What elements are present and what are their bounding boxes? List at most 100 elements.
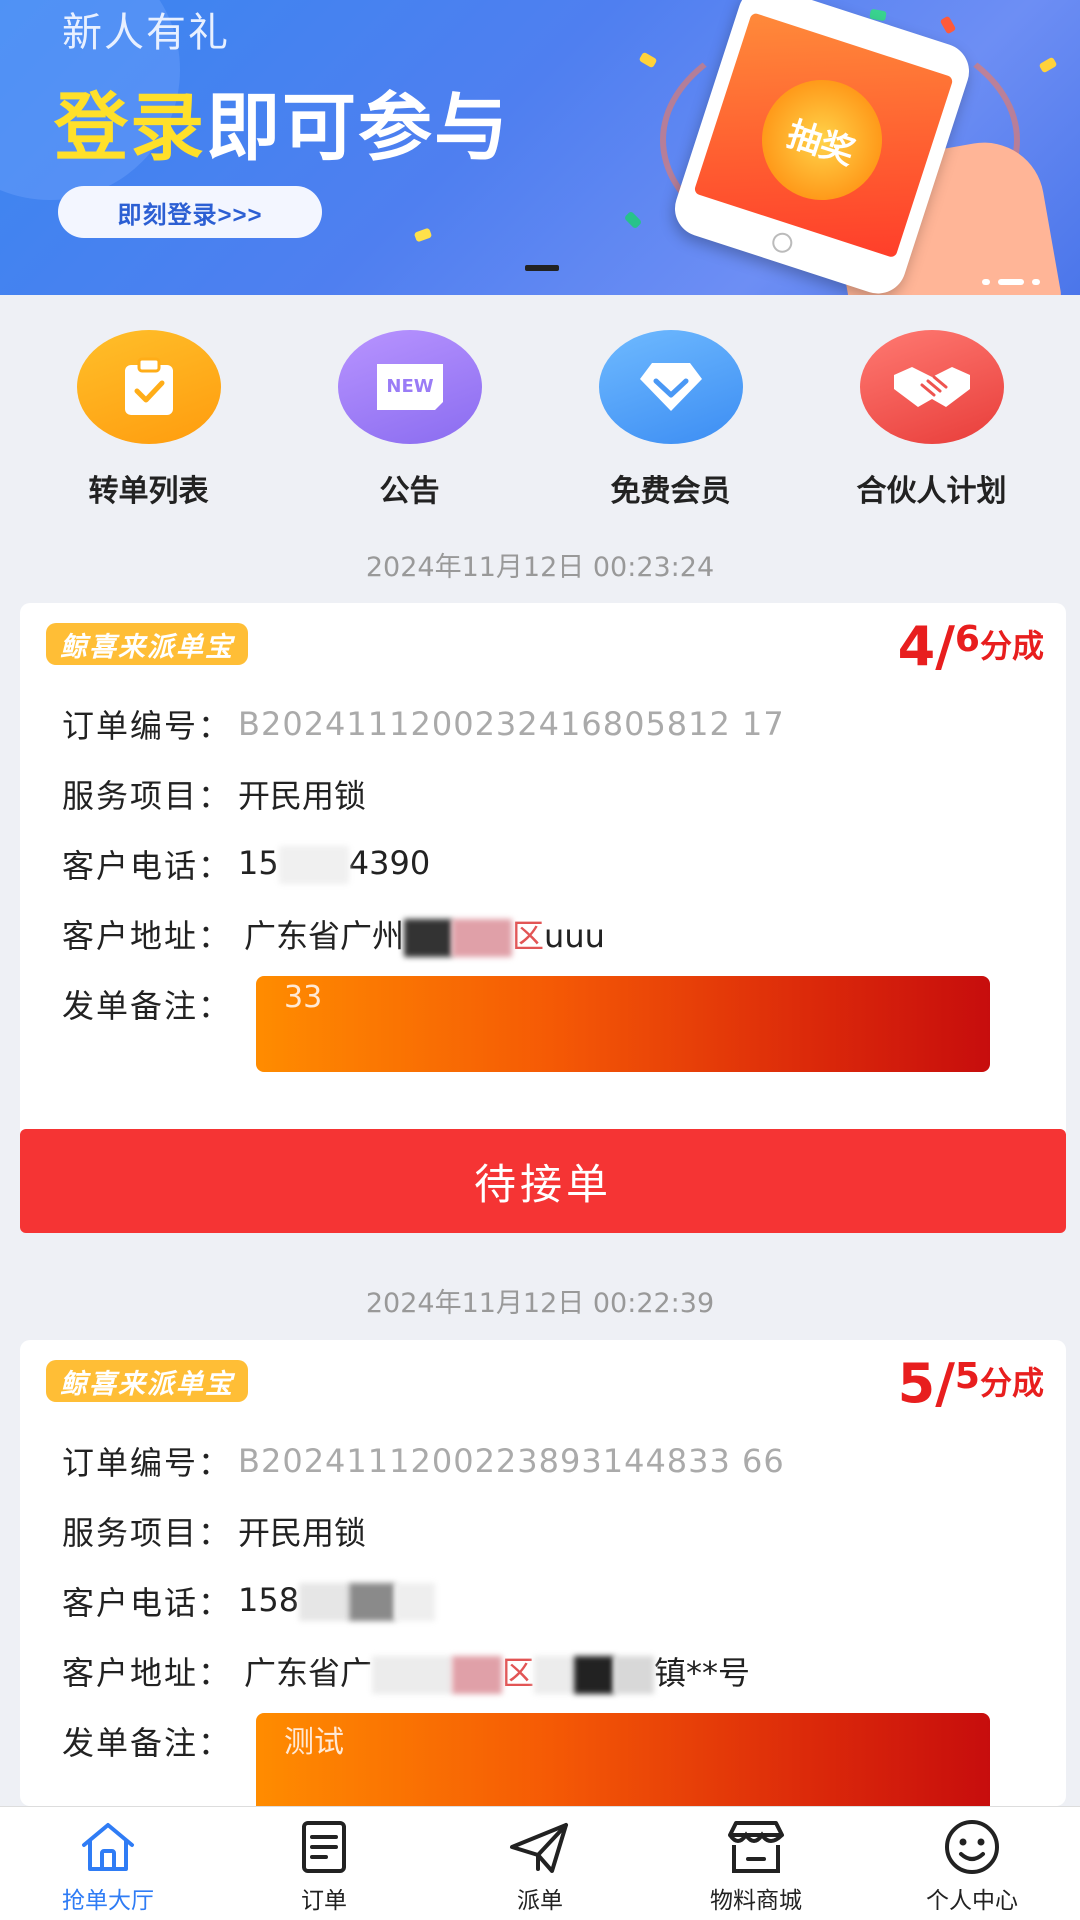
tab-profile[interactable]: 个人中心 [864,1807,1080,1920]
menu-item-transfer-list[interactable]: 转单列表 [49,330,249,510]
order-number: B2024111200232416805812 17 [238,705,785,743]
redaction [395,1583,436,1621]
service-value: 开民用锁 [238,777,367,815]
service-row: 服务项目： 开民用锁 [62,771,366,817]
phone-row: 客户电话： 158 [62,1578,436,1624]
platform-tag: 鲸喜来派单宝 [46,1360,248,1402]
banner-headline: 登录即可参与 [54,68,510,175]
diamond-icon [598,330,743,444]
share-unit: 分成 [979,627,1044,665]
redaction [299,1583,350,1621]
address-value: 广东省广 区 镇**号 [244,1648,750,1694]
phone-end: 4390 [348,844,431,882]
carousel-dot [1032,279,1040,285]
tab-material-store[interactable]: 物料商城 [648,1807,864,1920]
field-label: 客户电话： [62,1584,233,1622]
order-number-row: 订单编号： B2024111200223893144833 66 [62,1438,785,1484]
service-row: 服务项目： 开民用锁 [62,1508,366,1554]
menu-label: 合伙人计划 [856,474,1007,509]
store-icon [724,1817,788,1877]
phone-row: 客户电话： 15 4390 [62,841,430,887]
tab-label: 派单 [517,1888,563,1914]
tab-order-hall[interactable]: 抢单大厅 [0,1807,216,1920]
share-unit: 分成 [979,1364,1044,1402]
field-label: 服务项目： [62,1514,233,1552]
confetti [939,15,957,35]
tab-label: 个人中心 [926,1888,1018,1914]
headline-rest: 即可参与 [206,85,510,171]
tab-label: 抢单大厅 [62,1888,154,1914]
login-now-button[interactable]: 即刻登录>>> [58,186,322,238]
tab-label: 订单 [301,1888,347,1914]
bottom-tab-bar: 抢单大厅 订单 派单 物料商城 个人中心 [0,1806,1080,1920]
address-district: 区 [512,917,545,955]
share-main: 4/ [897,615,955,678]
tab-orders[interactable]: 订单 [216,1807,432,1920]
order-number: B2024111200223893144833 66 [238,1442,785,1480]
phone-home-button [769,230,795,256]
menu-item-free-membership[interactable]: 免费会员 [571,330,771,510]
field-label: 发单备注： [62,987,233,1025]
carousel-dot [982,279,990,285]
address-row: 客户地址： 广东省广州 区uuu [62,911,605,957]
confetti [1038,56,1058,74]
order-timestamp: 2024年11月12日 00:22:39 [365,1288,715,1319]
new-badge-icon: NEW [337,330,482,444]
commission-share: 5/5分成 [898,1352,1044,1415]
field-label: 订单编号： [62,1444,233,1482]
address-row: 客户地址： 广东省广 区 镇**号 [62,1648,750,1694]
confetti [413,227,433,243]
address-tail: 镇**号 [654,1654,751,1692]
paper-plane-icon [508,1817,572,1877]
phone-screen: 抽奖 [693,12,954,259]
remark-box: 33 [256,976,990,1072]
handshake-icon [859,330,1004,444]
field-label: 客户地址： [62,917,233,955]
menu-item-announcement[interactable]: NEW 公告 [310,330,510,510]
menu-label: 转单列表 [88,474,209,509]
share-sup: 6 [954,619,980,660]
address-value: 广东省广州 区uuu [244,911,605,957]
redaction [278,846,349,884]
carousel-dots [982,279,1040,285]
phone-value: 158 [238,1581,436,1621]
lottery-coin: 抽奖 [746,64,898,216]
field-label: 客户电话： [62,847,233,885]
share-sup: 5 [954,1356,980,1397]
confetti [623,210,643,230]
phone-start: 158 [238,1581,300,1619]
address-start: 广东省广 [244,1654,373,1692]
field-label: 发单备注： [62,1724,233,1762]
field-label: 服务项目： [62,777,233,815]
redaction [349,1583,396,1621]
remark-box: 测试 [256,1713,990,1806]
tab-label: 物料商城 [710,1888,802,1914]
pending-accept-button[interactable]: 待接单 [20,1129,1066,1233]
order-card[interactable]: 鲸喜来派单宝 4/6分成 订单编号： B20241112002324168058… [20,603,1066,1233]
confetti [638,51,658,69]
redaction [574,1656,615,1694]
promo-banner[interactable]: 新人有礼 登录即可参与 即刻登录>>> 抽奖 [0,0,1080,295]
address-start: 广东省广州 [244,917,405,955]
redaction [452,919,513,957]
field-label: 订单编号： [62,707,233,745]
service-value: 开民用锁 [238,1514,367,1552]
banner-indicator [525,265,559,271]
field-label: 客户地址： [62,1654,233,1692]
phone-start: 15 [238,844,279,882]
menu-label: 免费会员 [610,474,731,509]
tab-dispatch[interactable]: 派单 [432,1807,648,1920]
menu-item-partner-plan[interactable]: 合伙人计划 [832,330,1032,510]
address-tail: uuu [544,917,605,955]
quick-menu: 转单列表 NEW 公告 免费会员 合伙人计划 [0,330,1080,510]
redaction [614,1656,655,1694]
order-card[interactable]: 鲸喜来派单宝 5/5分成 订单编号： B20241112002238931448… [20,1340,1066,1806]
remark-row: 发单备注： [62,981,232,1027]
redaction [534,1656,575,1694]
banner-subtitle: 新人有礼 [62,10,230,56]
order-number-row: 订单编号： B2024111200232416805812 17 [62,701,785,747]
headline-highlight: 登录 [54,85,206,171]
share-main: 5/ [897,1352,955,1415]
menu-label: 公告 [379,474,440,509]
clipboard-check-icon [76,330,221,444]
